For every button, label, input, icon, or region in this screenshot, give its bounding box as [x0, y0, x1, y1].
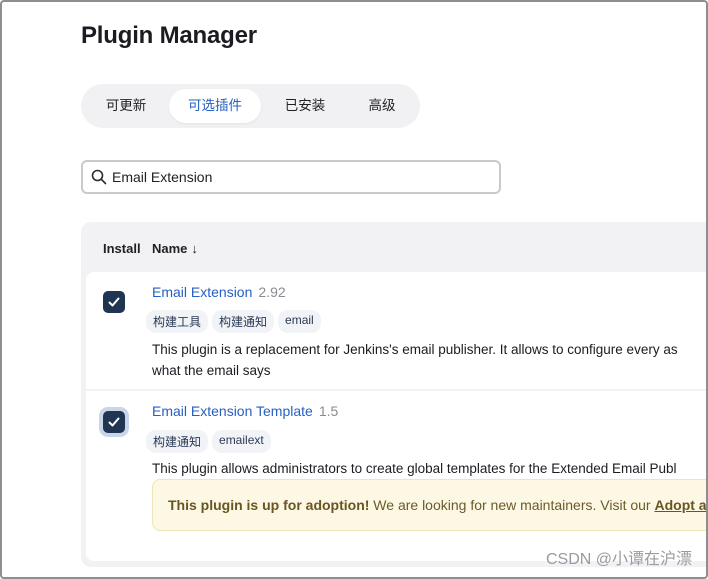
plugin-description: This plugin is a replacement for Jenkins…: [152, 340, 706, 381]
tag-list: 构建通知 emailext: [146, 430, 271, 453]
page-title: Plugin Manager: [81, 22, 257, 49]
search-input[interactable]: [112, 166, 492, 188]
tab-bar: 可更新 可选插件 已安装 高级: [81, 84, 420, 128]
plugin-name-link[interactable]: Email Extension 2.92: [152, 284, 286, 300]
plugin-description-line: This plugin allows administrators to cre…: [152, 461, 677, 476]
plugin-name-label: Email Extension Template: [152, 403, 313, 419]
tab-available-plugins[interactable]: 可选插件: [169, 89, 261, 123]
adoption-notice: This plugin is up for adoption! We are l…: [152, 479, 706, 531]
column-header-install: Install: [103, 241, 141, 256]
plugin-description-line: what the email says: [152, 362, 271, 378]
install-checkbox[interactable]: [103, 411, 125, 433]
tab-advanced[interactable]: 高级: [349, 89, 415, 123]
checkmark-icon: [108, 417, 120, 427]
install-checkbox[interactable]: [103, 291, 125, 313]
plugin-name-label: Email Extension: [152, 284, 253, 300]
plugin-description: This plugin allows administrators to cre…: [152, 459, 706, 480]
search-icon: [91, 169, 107, 185]
adoption-notice-text: We are looking for new maintainers. Visi…: [369, 497, 655, 513]
tag[interactable]: 构建通知: [212, 310, 275, 333]
plugin-version: 2.92: [258, 284, 286, 300]
tab-installed[interactable]: 已安装: [267, 89, 343, 123]
search-box: [81, 160, 501, 194]
tag[interactable]: email: [278, 310, 321, 333]
tab-updates[interactable]: 可更新: [89, 89, 163, 123]
watermark: CSDN @小谭在沪漂: [545, 551, 692, 568]
app-window: Plugin Manager 可更新 可选插件 已安装 高级 Install N…: [0, 0, 708, 579]
checkmark-icon: [108, 297, 120, 307]
adoption-notice-title: This plugin is up for adoption!: [168, 497, 370, 513]
plugin-version: 1.5: [318, 403, 339, 419]
column-header-name-label: Name: [152, 241, 188, 256]
tag[interactable]: 构建工具: [146, 310, 209, 333]
plugin-table: Install Name ↓ Email Extension 2.92 构建工具 构…: [81, 222, 706, 567]
plugin-description-line: This plugin is a replacement for Jenkins…: [152, 342, 678, 357]
column-header-name[interactable]: Name ↓: [152, 241, 198, 256]
tag[interactable]: 构建通知: [146, 430, 209, 453]
tag-list: 构建工具 构建通知 email: [146, 310, 321, 333]
tag[interactable]: emailext: [212, 430, 271, 453]
plugin-name-link[interactable]: Email Extension Template 1.5: [152, 403, 338, 419]
adopt-plugin-link[interactable]: Adopt a: [654, 497, 706, 513]
table-row: Email Extension 2.92 构建工具 构建通知 email This…: [86, 272, 706, 389]
sort-arrow-icon: ↓: [191, 241, 198, 256]
table-row: Email Extension Template 1.5 构建通知 emailex…: [86, 391, 706, 561]
